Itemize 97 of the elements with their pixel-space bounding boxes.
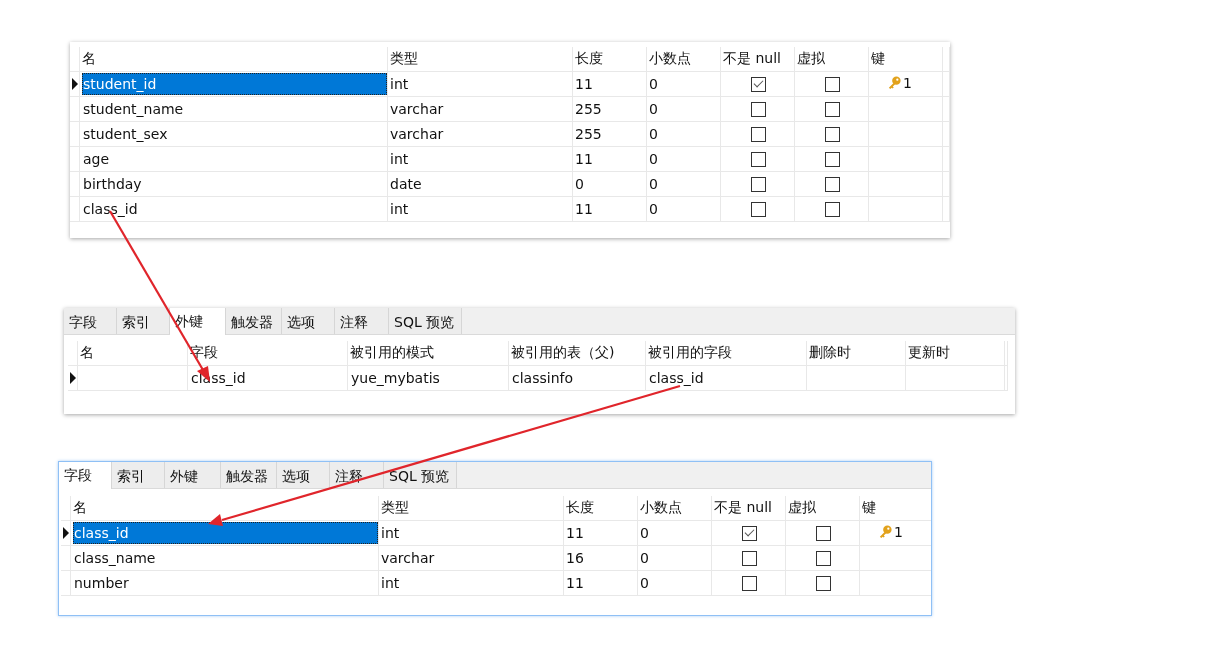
table-cell: 11 <box>575 151 593 167</box>
column-header: 名 <box>73 499 87 517</box>
table-cell[interactable]: student_id <box>82 73 387 95</box>
table-cell: 11 <box>566 525 584 541</box>
table-cell[interactable]: class_id <box>73 522 378 544</box>
table-cell: yue_mybatis <box>350 370 441 386</box>
table-cell: 255 <box>575 126 602 142</box>
checkbox[interactable] <box>751 76 766 92</box>
table-row[interactable]: class_id int 11 0 1 <box>61 521 931 546</box>
table-cell: int <box>390 151 409 167</box>
checkbox[interactable] <box>825 176 840 192</box>
table-row[interactable]: student_sex varchar 255 0 <box>70 122 950 147</box>
table-cell: 255 <box>575 101 602 117</box>
column-header: 虚拟 <box>797 50 825 68</box>
table-row[interactable]: class_name varchar 16 0 <box>61 546 931 571</box>
table-cell[interactable]: student_sex <box>82 126 169 142</box>
column-header: 被引用的字段 <box>648 344 732 362</box>
key-icon <box>887 75 902 90</box>
checkbox[interactable] <box>825 126 840 142</box>
table-cell[interactable]: age <box>82 151 111 167</box>
column-header: 虚拟 <box>788 499 816 517</box>
table-cell[interactable]: student_name <box>82 101 185 117</box>
checkbox[interactable] <box>742 575 757 591</box>
column-header: 键 <box>871 50 885 68</box>
table-cell: date <box>390 176 422 192</box>
tab[interactable]: 字段 <box>59 462 112 489</box>
checkbox[interactable] <box>751 201 766 217</box>
table-cell[interactable]: birthday <box>82 176 143 192</box>
table-row[interactable]: birthday date 0 0 <box>70 172 950 197</box>
table-cell: 0 <box>640 550 649 566</box>
table-cell: 0 <box>575 176 584 192</box>
table-cell: class_id <box>648 370 705 386</box>
table-cell[interactable]: class_name <box>73 550 157 566</box>
table-cell: int <box>381 525 400 541</box>
table-cell[interactable]: class_id <box>82 201 139 217</box>
checkbox[interactable] <box>742 550 757 566</box>
column-header: 长度 <box>566 499 594 517</box>
table-cell: varchar <box>390 126 444 142</box>
table-cell: int <box>390 76 409 92</box>
column-header: 长度 <box>575 50 603 68</box>
table-cell: 0 <box>649 126 658 142</box>
table-row[interactable]: age int 11 0 <box>70 147 950 172</box>
table-cell <box>70 147 80 172</box>
table-row[interactable]: class_id int 11 0 <box>70 197 950 222</box>
table-cell: 0 <box>640 525 649 541</box>
column-header: 被引用的表（父) <box>511 344 615 362</box>
table-cell: 0 <box>649 76 658 92</box>
checkbox[interactable] <box>742 525 757 541</box>
table-cell: 0 <box>649 176 658 192</box>
table-cell <box>70 172 80 197</box>
checkbox[interactable] <box>751 151 766 167</box>
checkbox[interactable] <box>816 525 831 541</box>
table-cell <box>70 122 80 147</box>
table-row[interactable]: number int 11 0 <box>61 571 931 596</box>
table-cell: int <box>381 575 400 591</box>
column-header: 小数点 <box>640 499 682 517</box>
table-cell: int <box>390 201 409 217</box>
tab[interactable]: 外键 <box>170 308 226 335</box>
table-cell: 11 <box>575 201 593 217</box>
table-cell: varchar <box>381 550 435 566</box>
column-header: 小数点 <box>649 50 691 68</box>
checkbox[interactable] <box>825 151 840 167</box>
column-header: 更新时 <box>908 344 950 362</box>
table-row[interactable]: student_name varchar 255 0 <box>70 97 950 122</box>
table-cell: classinfo <box>511 370 574 386</box>
checkbox[interactable] <box>825 76 840 92</box>
column-header: 不是 null <box>714 499 772 517</box>
key-number: 1 <box>894 524 903 540</box>
table-cell: 11 <box>566 575 584 591</box>
table-cell: varchar <box>390 101 444 117</box>
table-cell: 0 <box>649 201 658 217</box>
table-cell: 0 <box>649 151 658 167</box>
column-header: 名 <box>80 344 94 362</box>
column-header: 类型 <box>381 499 409 517</box>
checkbox[interactable] <box>825 101 840 117</box>
column-header: 键 <box>862 499 876 517</box>
table-cell[interactable]: number <box>73 575 130 591</box>
table-cell: 11 <box>575 76 593 92</box>
checkbox[interactable] <box>816 575 831 591</box>
column-header: 名 <box>82 50 96 68</box>
key-number: 1 <box>903 75 912 91</box>
column-header: 被引用的模式 <box>350 344 434 362</box>
table-cell: 16 <box>566 550 584 566</box>
checkbox[interactable] <box>816 550 831 566</box>
checkbox[interactable] <box>751 126 766 142</box>
table-cell <box>70 97 80 122</box>
checkbox[interactable] <box>751 101 766 117</box>
column-header: 删除时 <box>809 344 851 362</box>
table-cell: 0 <box>649 101 658 117</box>
key-icon <box>878 524 893 539</box>
table-row[interactable]: student_id int 11 0 1 <box>70 72 950 97</box>
table-cell: 0 <box>640 575 649 591</box>
checkbox[interactable] <box>825 201 840 217</box>
column-header: 不是 null <box>723 50 781 68</box>
checkbox[interactable] <box>751 176 766 192</box>
table-cell <box>70 197 80 222</box>
column-header: 类型 <box>390 50 418 68</box>
